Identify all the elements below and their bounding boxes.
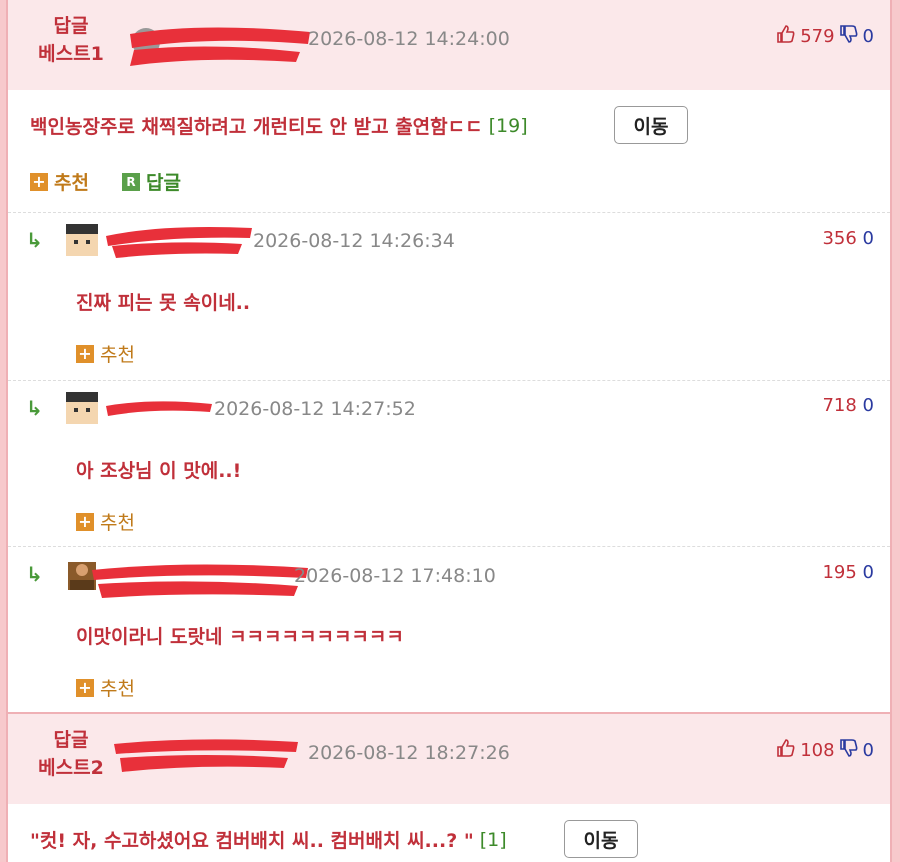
divider: [8, 212, 890, 213]
reply2-up-count[interactable]: 718: [822, 395, 856, 416]
user-avatar: [66, 392, 98, 424]
reply3-votes: 195 0: [822, 562, 874, 583]
reply3-recommend-label: 추천: [100, 678, 135, 700]
best1-reply-button[interactable]: R 답글: [122, 168, 181, 195]
best2-label: 답글 베스트2: [26, 726, 116, 782]
reply-arrow-icon: ↳: [26, 396, 43, 420]
reply-arrow-icon: ↳: [26, 562, 43, 586]
reply-arrow-icon: ↳: [26, 228, 43, 252]
redacted-author-mark: [106, 227, 252, 258]
plus-icon: +: [76, 678, 94, 697]
best1-recommend-button[interactable]: + 추천: [30, 168, 89, 195]
reply1-up-count[interactable]: 356: [822, 228, 856, 249]
best1-down-count: 0: [862, 26, 874, 47]
reply-icon: R: [122, 172, 140, 191]
reply1-votes: 356 0: [822, 228, 874, 249]
best1-title-row: 백인농장주로 채찍질하려고 개런티도 안 받고 출연함ㄷㄷ [19]: [30, 112, 528, 139]
reply2-recommend-label: 추천: [100, 512, 135, 534]
best2-timestamp: 2026-08-12 18:27:26: [308, 742, 510, 764]
plus-icon: +: [30, 172, 48, 191]
thumbs-down-icon[interactable]: [839, 24, 859, 49]
reply3-down-count[interactable]: 0: [863, 562, 874, 583]
best2-title-row: "컷! 자, 수고하셨어요 컴버배치 씨.. 컴버배치 씨...? " [1]: [30, 826, 507, 853]
reply1-timestamp: 2026-08-12 14:26:34: [253, 230, 455, 252]
reply3-timestamp: 2026-08-12 17:48:10: [294, 565, 496, 587]
reply1-recommend-label: 추천: [100, 344, 135, 366]
reply1-text: 진짜 피는 못 속이네..: [76, 292, 251, 314]
redacted-author-mark: [92, 564, 308, 598]
reply2-down-count[interactable]: 0: [863, 395, 874, 416]
divider: [8, 380, 890, 381]
reply1-down-count[interactable]: 0: [863, 228, 874, 249]
reply2-text: 아 조상님 이 맛에..!: [76, 460, 242, 482]
best1-title[interactable]: 백인농장주로 채찍질하려고 개런티도 안 받고 출연함ㄷㄷ: [30, 112, 483, 139]
best1-up-count: 579: [800, 26, 835, 47]
thumbs-up-icon[interactable]: [776, 738, 796, 763]
reply1-recommend-button[interactable]: + 추천: [76, 340, 135, 367]
best2-up-count: 108: [800, 740, 835, 761]
comment-panel: 답글 베스트1 2026-08-12 14:24:00 579 0 백인농장주로…: [6, 0, 892, 862]
redacted-author-mark: [130, 27, 310, 66]
thumbs-up-icon[interactable]: [776, 24, 796, 49]
best2-down-count: 0: [862, 740, 874, 761]
best1-reply-label: 답글: [146, 172, 181, 194]
plus-icon: +: [76, 512, 94, 531]
best1-move-button[interactable]: 이동: [614, 106, 688, 144]
user-avatar: [66, 224, 98, 256]
reply2-votes: 718 0: [822, 395, 874, 416]
redacted-author-mark: [106, 401, 212, 416]
best1-header: 답글 베스트1 2026-08-12 14:24:00 579 0: [8, 0, 890, 90]
best1-label: 답글 베스트1: [26, 12, 116, 68]
reply2-timestamp: 2026-08-12 14:27:52: [214, 398, 416, 420]
reply3-text: 이맛이라니 도랏네 ㅋㅋㅋㅋㅋㅋㅋㅋㅋㅋ: [76, 626, 404, 648]
reply3-up-count[interactable]: 195: [822, 562, 856, 583]
plus-icon: +: [76, 344, 94, 363]
reply2-recommend-button[interactable]: + 추천: [76, 508, 135, 535]
best1-label-line2: 베스트1: [38, 43, 104, 65]
best1-votes: 579 0: [776, 24, 874, 49]
best2-title[interactable]: "컷! 자, 수고하셨어요 컴버배치 씨.. 컴버배치 씨...? ": [30, 826, 474, 853]
reply3-recommend-button[interactable]: + 추천: [76, 674, 135, 701]
best2-label-line1: 답글: [53, 729, 89, 751]
thumbs-down-icon[interactable]: [839, 738, 859, 763]
best2-move-button[interactable]: 이동: [564, 820, 638, 858]
best2-label-line2: 베스트2: [38, 757, 104, 779]
best2-header: 답글 베스트2 2026-08-12 18:27:26 108 0: [8, 714, 890, 804]
redacted-author-mark: [114, 739, 298, 772]
best2-reply-count: [1]: [479, 828, 507, 851]
best1-reply-count: [19]: [488, 114, 528, 137]
best1-timestamp: 2026-08-12 14:24:00: [308, 28, 510, 50]
best2-votes: 108 0: [776, 738, 874, 763]
best1-recommend-label: 추천: [54, 172, 89, 194]
best1-label-line1: 답글: [53, 15, 89, 37]
divider: [8, 546, 890, 547]
